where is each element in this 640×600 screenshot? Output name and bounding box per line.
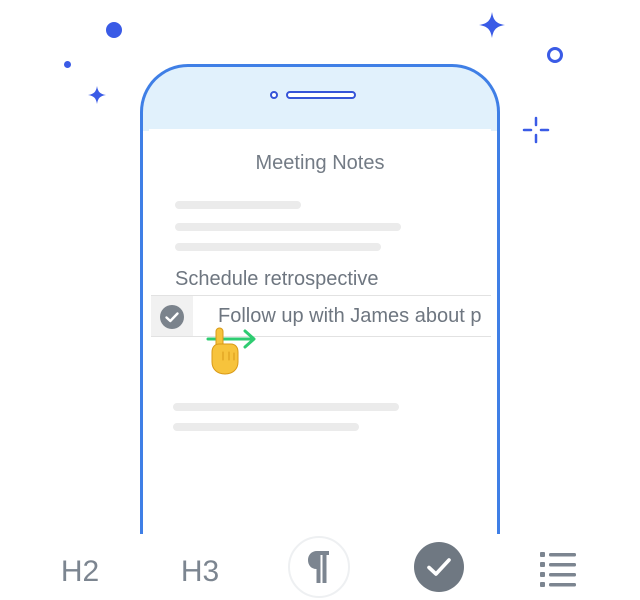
sparkle-dot bbox=[64, 61, 71, 68]
format-toolbar: H2 H3 bbox=[0, 530, 640, 600]
paragraph-button[interactable] bbox=[288, 536, 350, 598]
note-title: Meeting Notes bbox=[255, 152, 385, 174]
sparkle-dot bbox=[106, 22, 122, 38]
phone-speaker bbox=[286, 91, 356, 99]
task-item-text[interactable]: Schedule retrospective bbox=[175, 268, 378, 291]
phone-frame: Meeting Notes Schedule retrospective Fol… bbox=[140, 64, 500, 534]
swipe-complete-area bbox=[151, 296, 193, 336]
checkmark-circle-icon bbox=[427, 558, 451, 576]
placeholder-line bbox=[175, 243, 381, 251]
phone-bottom-fade bbox=[143, 464, 497, 534]
sparkle-cross-icon bbox=[522, 116, 550, 144]
placeholder-line bbox=[175, 223, 401, 231]
checkbox-button[interactable] bbox=[414, 542, 464, 592]
sparkle-star-icon bbox=[88, 86, 106, 104]
placeholder-line bbox=[173, 403, 399, 411]
onboarding-illustration: Meeting Notes Schedule retrospective Fol… bbox=[0, 0, 640, 600]
bullet-list-button[interactable] bbox=[535, 546, 581, 590]
placeholder-line bbox=[173, 423, 359, 431]
sparkle-star-icon bbox=[479, 12, 505, 38]
checkmark-circle-icon bbox=[160, 305, 184, 329]
pointing-hand-icon bbox=[211, 327, 239, 375]
heading2-button[interactable]: H2 bbox=[50, 550, 110, 594]
heading2-label: H2 bbox=[60, 555, 100, 588]
paragraph-icon bbox=[308, 551, 329, 583]
heading3-button[interactable]: H3 bbox=[170, 550, 230, 594]
bullet-list-icon bbox=[540, 552, 576, 587]
heading3-label: H3 bbox=[180, 555, 220, 588]
sparkle-ring bbox=[547, 47, 563, 63]
swipeable-task-row[interactable]: Follow up with James about p bbox=[151, 295, 491, 337]
placeholder-line bbox=[175, 201, 301, 209]
swipe-gesture bbox=[206, 327, 256, 375]
phone-camera bbox=[270, 91, 278, 99]
